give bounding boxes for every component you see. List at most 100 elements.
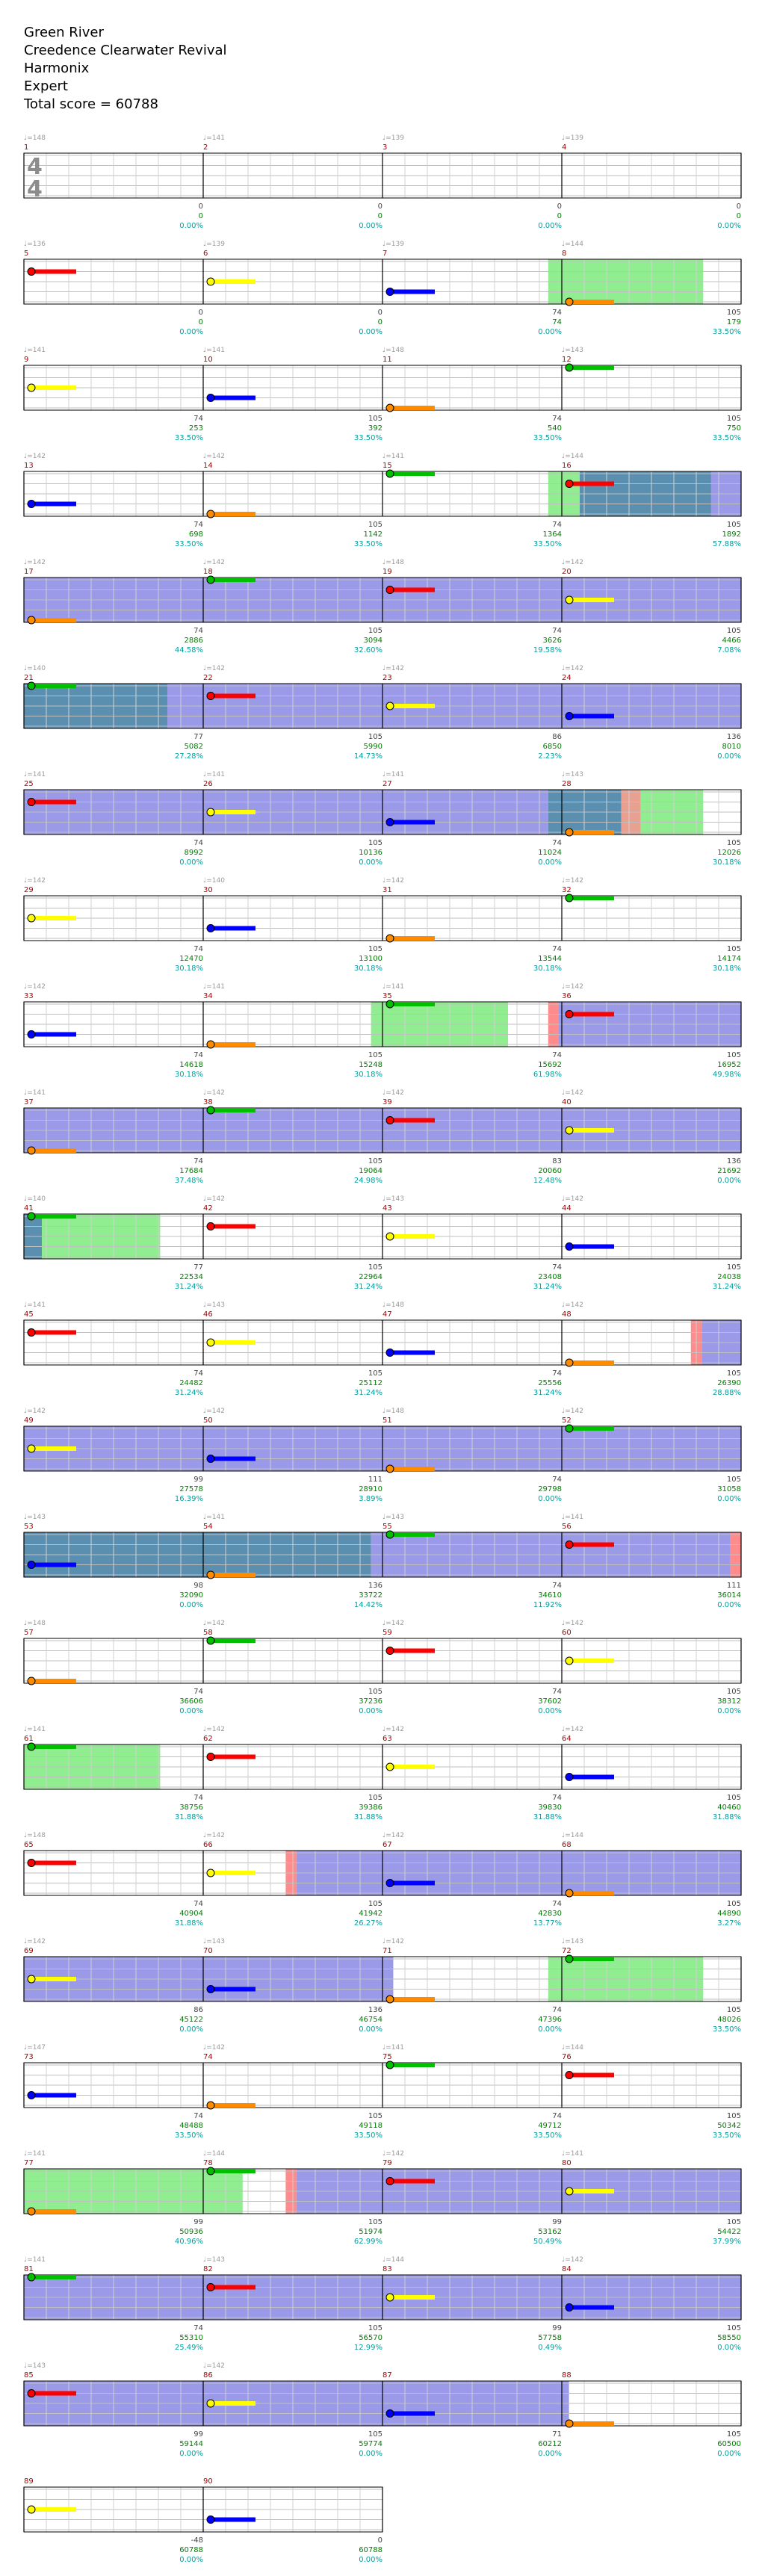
tempo-label: ♩=142 (203, 1726, 225, 1733)
cumulative-score: 44890 (717, 1910, 741, 1918)
overdrive-percent: 0.00% (359, 2556, 382, 2564)
overdrive-percent: 0.00% (717, 1707, 741, 1715)
yellow-note (385, 1232, 394, 1241)
measure-value: 136 (727, 1157, 741, 1165)
measure-value: 105 (368, 627, 382, 635)
cumulative-score: 253 (189, 424, 203, 433)
measure-number: 35 (382, 992, 392, 1000)
tempo-label: ♩=141 (203, 1514, 225, 1521)
orange-note (27, 1676, 36, 1685)
cumulative-score: 20060 (538, 1167, 562, 1175)
overdrive-percent: 31.24% (713, 1283, 741, 1291)
cumulative-score: 5082 (185, 743, 203, 751)
tempo-label: ♩=142 (382, 1089, 404, 1097)
measure-number: 65 (24, 1841, 34, 1849)
cumulative-score: 39386 (359, 1803, 382, 1812)
green-note (385, 1530, 394, 1539)
chart-row: ♩=14233741461830.18%♩=141341051524830.18… (23, 983, 742, 1079)
measure-value: 105 (727, 1369, 741, 1378)
cumulative-score: 25112 (359, 1379, 382, 1387)
red-note (206, 692, 215, 700)
overdrive-percent: 62.99% (354, 2238, 382, 2246)
blue-note (206, 394, 215, 402)
tempo-label: ♩=142 (382, 1726, 404, 1733)
orange-note (565, 1889, 574, 1898)
red-note (27, 798, 36, 806)
measure-value: 136 (368, 1582, 382, 1590)
overdrive-percent: 0.00% (717, 2344, 741, 2352)
overdrive-percent: 33.50% (354, 434, 382, 442)
cumulative-score: 4466 (722, 637, 741, 645)
overdrive-percent: 33.50% (713, 2131, 741, 2140)
chart-row: ♩=148 65 74 4090431.88% ♩=142 66 105 4194226.27… (23, 1832, 742, 1928)
cumulative-score: 31058 (717, 1485, 741, 1493)
overdrive-percent: 0.00% (179, 2450, 203, 2458)
measure-value: 105 (368, 945, 382, 953)
overdrive-percent: 2.23% (538, 752, 562, 761)
measure-value: 105 (727, 521, 741, 529)
green-note (206, 1106, 215, 1115)
measure-number: 89 (24, 2477, 34, 2486)
measure-number: 17 (24, 568, 34, 576)
chart-row: ♩=14229741247030.18%♩=140301051310030.18… (23, 877, 742, 973)
measure-value: 0 (378, 2536, 382, 2545)
measure-number: 36 (562, 992, 572, 1000)
measure-number: 16 (562, 462, 572, 470)
measure-number: 12 (562, 356, 572, 364)
overdrive-percent: 0.00% (717, 2450, 741, 2458)
tempo-label: ♩=144 (382, 2256, 404, 2264)
measure-value: 74 (193, 2112, 203, 2120)
measure-number: 6 (203, 250, 208, 258)
overdrive-percent: 0.00% (538, 222, 562, 230)
tempo-label: ♩=141 (24, 771, 46, 778)
cumulative-score: 3094 (364, 637, 382, 645)
measure-number: 72 (562, 1947, 572, 1955)
measure-number: 50 (203, 1417, 213, 1425)
overdrive-percent: 0.00% (538, 858, 562, 867)
overdrive-percent: 31.88% (533, 1813, 562, 1821)
tempo-label: ♩=139 (203, 241, 225, 248)
measure-value: 0 (737, 202, 741, 211)
cumulative-score: 0 (199, 318, 203, 326)
green-note (27, 2273, 36, 2282)
overdrive-percent: 37.99% (713, 2238, 741, 2246)
green-note (385, 1000, 394, 1009)
measure-value: 74 (193, 1369, 203, 1378)
overdrive-percent: 0.00% (179, 1707, 203, 1715)
red-note (565, 1010, 574, 1018)
chart-row: ♩=14177995093640.96%♩=144781055197462.99… (23, 2150, 742, 2246)
overdrive-percent: 0.00% (717, 222, 741, 230)
blue-note (565, 1773, 574, 1781)
tempo-label: ♩=142 (24, 1408, 46, 1415)
cumulative-score: 21692 (717, 1167, 741, 1175)
cumulative-score: 10136 (359, 849, 382, 857)
measure-number: 43 (382, 1204, 392, 1213)
measure-value: 0 (199, 309, 203, 317)
measure-value: 105 (727, 945, 741, 953)
measure-value: 105 (727, 839, 741, 847)
measure-value: 74 (193, 1688, 203, 1696)
cumulative-score: 5990 (364, 743, 382, 751)
chart-row: 44♩=1481000.00%♩=1412000.00%♩=1393000.00… (23, 134, 742, 230)
yellow-note (206, 808, 215, 817)
orange-note (206, 1040, 215, 1049)
measure-value: 105 (368, 1369, 382, 1378)
measure-value: 105 (727, 415, 741, 423)
green-note (206, 575, 215, 584)
red-note (565, 480, 574, 488)
overdrive-percent: 0.00% (359, 858, 382, 867)
tempo-label: ♩=148 (382, 1301, 404, 1309)
measure-number: 30 (203, 886, 213, 894)
green-note (385, 2061, 394, 2069)
cumulative-score: 12470 (179, 955, 203, 963)
measure-number: 41 (24, 1204, 34, 1213)
measure-number: 33 (24, 992, 34, 1000)
measure-number: 31 (382, 886, 392, 894)
red-note (27, 2389, 36, 2397)
cumulative-score: 36014 (717, 1591, 741, 1600)
measure-value: 77 (193, 733, 203, 741)
tempo-label: ♩=142 (562, 877, 583, 885)
cumulative-score: 27578 (179, 1485, 203, 1493)
chart-row: ♩=14145742448231.24%♩=143461052511231.24… (23, 1301, 742, 1397)
measure-number: 10 (203, 356, 213, 364)
